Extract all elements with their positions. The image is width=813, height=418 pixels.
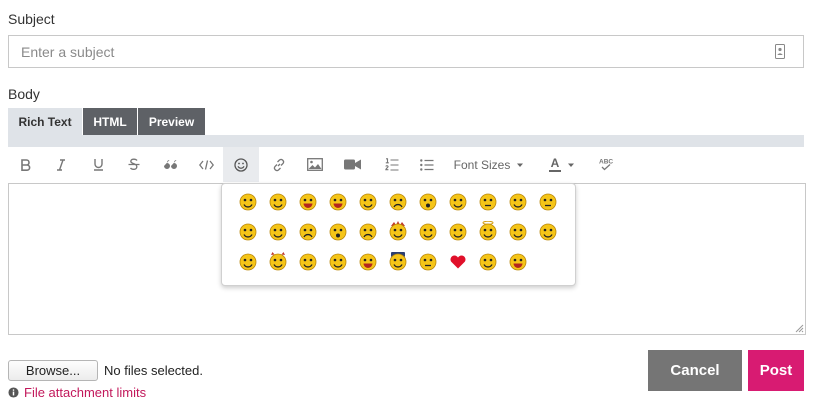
chevron-down-icon xyxy=(517,163,524,167)
font-sizes-label: Font Sizes xyxy=(453,157,511,172)
svg-text:ABC: ABC xyxy=(599,158,613,165)
emoji-shocked-icon[interactable] xyxy=(328,221,348,241)
emoji-laugh-icon[interactable] xyxy=(328,191,348,211)
strikethrough-button[interactable] xyxy=(122,147,146,182)
emoji-relieved-icon[interactable] xyxy=(508,221,528,241)
file-attachment-limits-link[interactable]: File attachment limits xyxy=(8,385,146,400)
emoji-wink-icon[interactable] xyxy=(268,191,288,211)
emoji-sleeping-icon[interactable] xyxy=(328,251,348,271)
chevron-down-icon xyxy=(568,163,574,167)
emoji-neutral-icon[interactable] xyxy=(538,191,558,211)
font-color-dropdown[interactable]: A xyxy=(543,147,583,182)
post-button[interactable]: Post xyxy=(748,350,804,391)
browse-button[interactable]: Browse... xyxy=(8,360,98,381)
image-button[interactable] xyxy=(303,147,327,182)
image-icon xyxy=(307,158,323,171)
cancel-button[interactable]: Cancel xyxy=(648,350,742,391)
emoji-worried-icon[interactable] xyxy=(298,221,318,241)
underline-button[interactable] xyxy=(86,147,110,182)
tab-preview[interactable]: Preview xyxy=(138,108,205,136)
emoji-devil-icon[interactable] xyxy=(268,251,288,271)
smiley-icon xyxy=(234,157,248,172)
bold-icon xyxy=(21,158,31,171)
emoji-crazy-icon[interactable] xyxy=(388,221,408,241)
emoji-cool-icon[interactable] xyxy=(448,191,468,211)
link-icon xyxy=(273,158,285,171)
editor-toolbar: Font Sizes A ABC xyxy=(8,147,804,182)
tab-html[interactable]: HTML xyxy=(83,108,137,136)
emoji-pouting-icon[interactable] xyxy=(268,221,288,241)
emoji-crying-icon[interactable] xyxy=(358,221,378,241)
emoji-thumbs-up-icon[interactable] xyxy=(448,221,468,241)
bold-button[interactable] xyxy=(14,147,38,182)
emoji-grin-icon[interactable] xyxy=(298,191,318,211)
underline-icon xyxy=(93,159,103,171)
bullet-list-button[interactable] xyxy=(415,147,439,182)
tab-strip xyxy=(8,135,804,147)
body-label: Body xyxy=(8,86,40,102)
italic-button[interactable] xyxy=(49,147,73,182)
subject-input[interactable] xyxy=(9,36,749,67)
emoji-tongue-icon[interactable] xyxy=(418,221,438,241)
emoji-angel-icon[interactable] xyxy=(478,221,498,241)
italic-icon xyxy=(57,158,65,171)
emoji-picker xyxy=(221,183,576,286)
emoji-sad-icon[interactable] xyxy=(388,191,408,211)
font-color-swatch xyxy=(549,170,561,172)
resize-handle-icon[interactable] xyxy=(794,323,804,333)
subject-label: Subject xyxy=(8,11,55,27)
emoji-confused-icon[interactable] xyxy=(508,191,528,211)
emoji-police-icon[interactable] xyxy=(388,251,408,271)
ordered-list-button[interactable] xyxy=(380,147,404,182)
emoji-smile-icon[interactable] xyxy=(238,191,258,211)
emoji-angry-icon[interactable] xyxy=(358,191,378,211)
bullet-list-icon xyxy=(420,158,434,171)
emoji-big-grin-icon[interactable] xyxy=(358,251,378,271)
emoji-cheering-icon[interactable] xyxy=(508,251,528,271)
emoji-nerd-icon[interactable] xyxy=(478,251,498,271)
code-button[interactable] xyxy=(194,147,218,182)
code-icon xyxy=(198,159,214,170)
spellcheck-button[interactable]: ABC xyxy=(594,147,618,182)
font-color-label: A xyxy=(550,156,560,170)
emoji-button[interactable] xyxy=(223,147,259,182)
ordered-list-icon xyxy=(385,157,399,171)
subject-field[interactable] xyxy=(8,35,804,68)
emoji-surprised-icon[interactable] xyxy=(418,191,438,211)
link-button[interactable] xyxy=(267,147,291,182)
file-attachment-limits-text: File attachment limits xyxy=(24,385,147,400)
quote-button[interactable] xyxy=(158,147,182,182)
emoji-thinking-icon[interactable] xyxy=(478,191,498,211)
font-sizes-dropdown[interactable]: Font Sizes xyxy=(450,147,530,182)
strikethrough-icon xyxy=(128,158,140,170)
file-status: No files selected. xyxy=(104,363,203,378)
emoji-dizzy-icon[interactable] xyxy=(538,221,558,241)
contact-card-icon xyxy=(775,44,785,59)
emoji-pointing-icon[interactable] xyxy=(298,251,318,271)
video-icon xyxy=(343,159,361,170)
video-button[interactable] xyxy=(340,147,364,182)
tab-rich-text[interactable]: Rich Text xyxy=(8,108,82,136)
emoji-whistle-icon[interactable] xyxy=(418,251,438,271)
emoji-sunglasses-icon[interactable] xyxy=(238,251,258,271)
emoji-blush-icon[interactable] xyxy=(238,221,258,241)
info-icon xyxy=(8,387,19,398)
spellcheck-icon: ABC xyxy=(599,158,613,170)
emoji-heart-icon[interactable] xyxy=(448,251,468,271)
quote-icon xyxy=(163,159,177,169)
